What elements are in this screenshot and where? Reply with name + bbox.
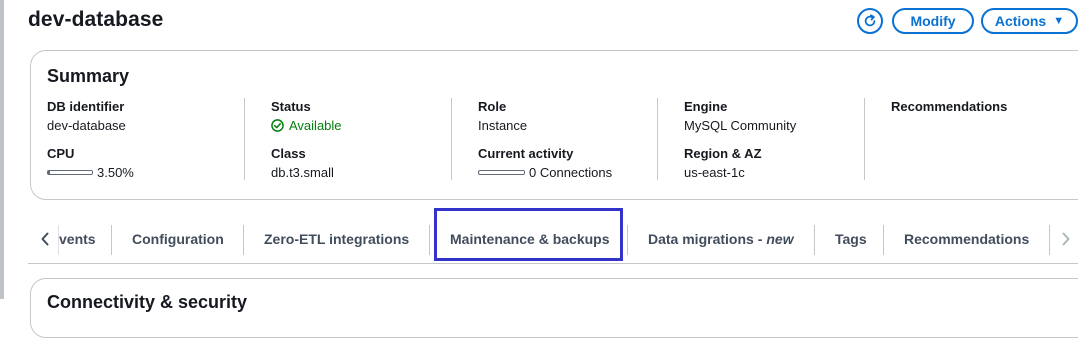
tab-divider [883, 225, 884, 255]
summary-title: Summary [47, 66, 130, 86]
status-value: Available [271, 118, 342, 133]
chevron-left-icon [41, 232, 49, 246]
check-circle-icon [271, 119, 284, 132]
actions-button-label: Actions [994, 13, 1047, 29]
summary-divider [657, 98, 658, 180]
left-divider [0, 0, 4, 299]
tab-data-migrations-label: Data migrations - [648, 231, 763, 247]
tab-divider [243, 225, 244, 255]
current-activity-metric: 0 Connections [478, 165, 612, 180]
tab-divider [111, 225, 112, 255]
refresh-icon [864, 14, 876, 27]
tab-divider [429, 225, 430, 255]
actions-button[interactable]: Actions ▼ [981, 8, 1078, 34]
cpu-meter-fill [48, 171, 50, 174]
tab-divider [627, 225, 628, 255]
cpu-label: CPU [47, 146, 75, 161]
page-title: dev-database [28, 8, 164, 31]
db-identifier-label: DB identifier [47, 99, 125, 114]
summary-divider [244, 98, 245, 180]
current-activity-value: 0 Connections [529, 165, 613, 180]
role-label: Role [478, 99, 507, 114]
caret-down-icon: ▼ [1053, 14, 1065, 27]
summary-divider [451, 98, 452, 180]
cpu-meter [47, 170, 93, 175]
scroll-left-button[interactable] [36, 215, 54, 263]
tab-zero-etl-integrations[interactable]: Zero-ETL integrations [264, 215, 409, 263]
connectivity-title: Connectivity & security [47, 292, 248, 312]
modify-button[interactable]: Modify [892, 8, 974, 34]
cpu-value: 3.50% [97, 165, 134, 180]
db-identifier-value: dev-database [47, 118, 126, 133]
refresh-button[interactable] [857, 8, 883, 34]
tab-configuration[interactable]: Configuration [132, 215, 224, 263]
current-activity-label: Current activity [478, 146, 574, 161]
class-label: Class [271, 146, 306, 161]
engine-label: Engine [684, 99, 728, 114]
chevron-right-icon [1062, 232, 1070, 246]
tab-recommendations[interactable]: Recommendations [904, 215, 1029, 263]
summary-divider [864, 98, 865, 180]
class-value: db.t3.small [271, 165, 334, 180]
status-label: Status [271, 99, 311, 114]
region-az-label: Region & AZ [684, 146, 762, 161]
tab-divider [814, 225, 815, 255]
role-value: Instance [478, 118, 528, 133]
scroll-right-button[interactable] [1058, 215, 1074, 263]
status-text: Available [289, 118, 342, 133]
tab-data-migrations[interactable]: Data migrations - new [648, 215, 794, 263]
region-az-value: us-east-1c [684, 165, 745, 180]
modify-button-label: Modify [910, 13, 956, 29]
tab-bar: vents Configuration Zero-ETL integration… [28, 215, 1078, 264]
tab-tags[interactable]: Tags [835, 215, 867, 263]
tab-events[interactable]: vents [59, 215, 96, 263]
new-badge: new [766, 231, 794, 247]
tab-divider [1049, 225, 1050, 255]
engine-value: MySQL Community [684, 118, 797, 133]
activity-meter [478, 170, 525, 175]
cpu-metric: 3.50% [47, 165, 134, 180]
tab-maintenance-backups[interactable]: Maintenance & backups [450, 215, 610, 263]
recommendations-label: Recommendations [891, 99, 1008, 114]
